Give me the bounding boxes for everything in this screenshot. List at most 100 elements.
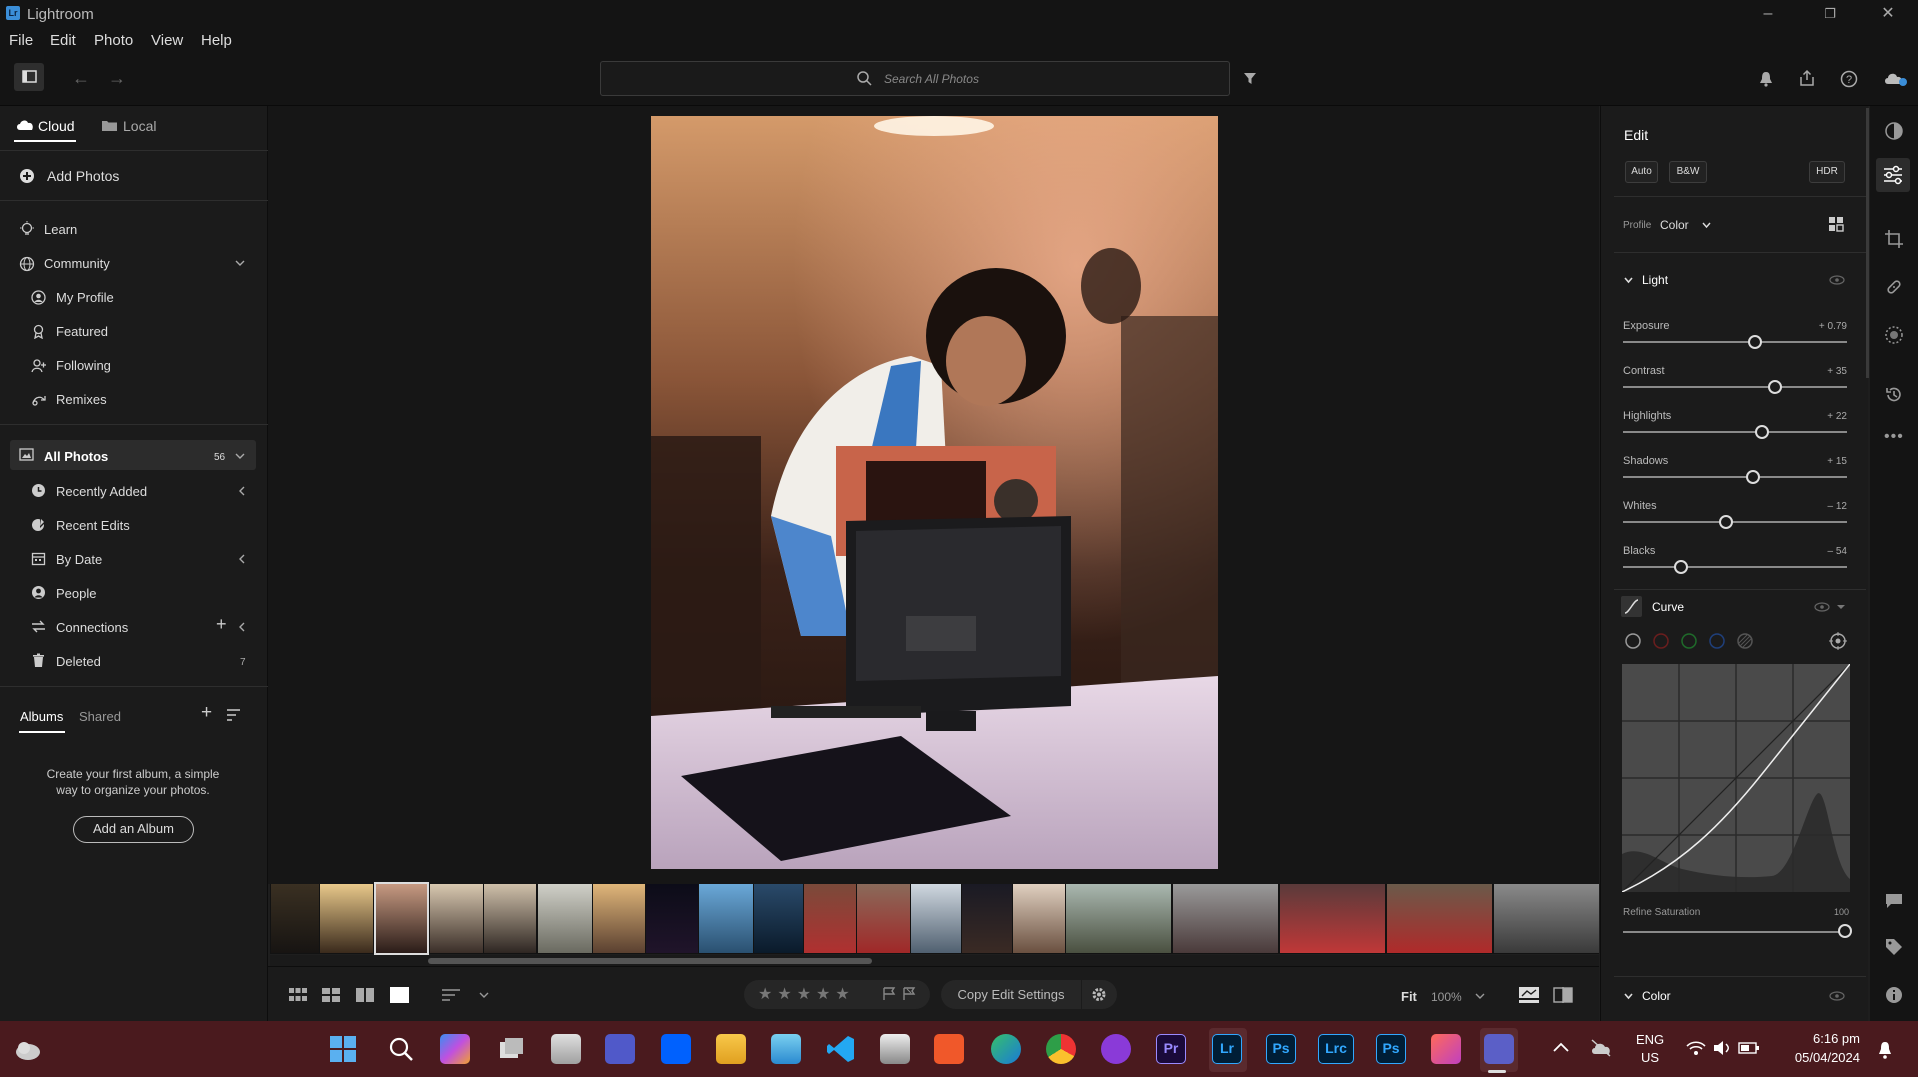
- curve-channel-selector[interactable]: [1624, 632, 1784, 650]
- eye-icon[interactable]: [1829, 991, 1845, 1001]
- teams-icon[interactable]: [1484, 1034, 1514, 1064]
- library-item-recently-added[interactable]: Recently Added: [56, 484, 147, 499]
- comment-icon[interactable]: [1885, 893, 1903, 909]
- filmstrip-thumbnail[interactable]: [1494, 884, 1599, 953]
- filmstrip-toggle-icon[interactable]: [1519, 987, 1539, 1003]
- healing-icon[interactable]: [1884, 277, 1904, 297]
- edit-panel-scrollbar[interactable]: [1866, 108, 1869, 378]
- filter-icon[interactable]: [1243, 71, 1257, 85]
- tag-icon[interactable]: [1885, 938, 1903, 956]
- clock-date[interactable]: 05/04/2024: [1768, 1050, 1860, 1065]
- chevron-down-icon[interactable]: [234, 258, 246, 268]
- add-connection-icon[interactable]: +: [216, 614, 227, 635]
- chevron-down-icon[interactable]: [1701, 221, 1712, 229]
- filmstrip-thumbnail[interactable]: [271, 884, 319, 953]
- chevron-down-icon[interactable]: [234, 451, 246, 461]
- hdr-button[interactable]: HDR: [1809, 161, 1845, 183]
- exposure-value[interactable]: + 0.79: [1797, 321, 1847, 332]
- curve-section-icon[interactable]: [1621, 596, 1642, 617]
- community-item-my-profile[interactable]: My Profile: [56, 290, 114, 305]
- refine-saturation-track[interactable]: [1623, 931, 1847, 933]
- filmstrip-thumbnail[interactable]: [646, 884, 698, 953]
- file-explorer-icon[interactable]: [716, 1034, 746, 1064]
- community-item-following[interactable]: Following: [56, 358, 111, 373]
- chevron-left-icon[interactable]: [238, 553, 246, 565]
- edge-icon[interactable]: [991, 1034, 1021, 1064]
- more-options-icon[interactable]: •••: [1884, 428, 1904, 446]
- wifi-icon[interactable]: [1686, 1040, 1706, 1056]
- add-album-button[interactable]: Add an Album: [73, 816, 194, 843]
- tone-curve-graph[interactable]: [1622, 664, 1850, 892]
- filmstrip-thumbnail[interactable]: [320, 884, 373, 953]
- grid-icon[interactable]: [322, 988, 340, 1002]
- whites-slider-track[interactable]: [1623, 521, 1847, 523]
- refine-saturation-knob[interactable]: [1838, 924, 1852, 938]
- vscode-icon[interactable]: [826, 1034, 856, 1064]
- chevron-left-icon[interactable]: [238, 485, 246, 497]
- search-icon[interactable]: [386, 1034, 416, 1064]
- highlights-slider-track[interactable]: [1623, 431, 1847, 433]
- printer-icon[interactable]: [880, 1034, 910, 1064]
- battery-icon[interactable]: [1738, 1042, 1760, 1054]
- tab-local[interactable]: Local: [123, 118, 156, 134]
- shadows-slider-knob[interactable]: [1745, 470, 1760, 484]
- menu-file[interactable]: File: [9, 32, 33, 49]
- compare-icon[interactable]: [356, 988, 374, 1002]
- filmstrip-thumbnail[interactable]: [430, 884, 483, 953]
- highlights-slider-knob[interactable]: [1754, 425, 1769, 439]
- filmstrip-thumbnail[interactable]: [1387, 884, 1492, 953]
- notification-bell-icon[interactable]: [1876, 1040, 1894, 1060]
- profile-browser-icon[interactable]: [1828, 216, 1844, 232]
- filmstrip-thumbnail-selected[interactable]: [374, 882, 429, 955]
- filmstrip-scrollbar[interactable]: [428, 958, 872, 964]
- photoshop-icon[interactable]: Ps: [1376, 1034, 1406, 1064]
- contrast-value[interactable]: + 35: [1797, 366, 1847, 377]
- add-photos-button[interactable]: Add Photos: [47, 168, 119, 184]
- cloud-off-icon[interactable]: [1590, 1038, 1612, 1058]
- tab-shared[interactable]: Shared: [79, 709, 121, 724]
- filmstrip-thumbnail[interactable]: [1280, 884, 1385, 953]
- sort-icon[interactable]: [226, 708, 242, 722]
- community-item[interactable]: Community: [44, 256, 110, 271]
- chrome-icon[interactable]: [1046, 1034, 1076, 1064]
- blacks-value[interactable]: – 54: [1797, 546, 1847, 557]
- filmstrip-thumbnail[interactable]: [699, 884, 753, 953]
- filmstrip-thumbnail[interactable]: [484, 884, 536, 953]
- square-grid-icon[interactable]: [289, 988, 307, 1002]
- presets-icon[interactable]: [1884, 121, 1904, 141]
- detail-view-icon[interactable]: [390, 987, 409, 1003]
- minimize-button[interactable]: –: [1746, 0, 1790, 28]
- menu-view[interactable]: View: [151, 32, 183, 49]
- menu-help[interactable]: Help: [201, 32, 232, 49]
- teams-icon[interactable]: [605, 1034, 635, 1064]
- zoom-level[interactable]: 100%: [1431, 990, 1462, 1004]
- filmstrip-thumbnail[interactable]: [754, 884, 803, 953]
- store-icon[interactable]: [551, 1034, 581, 1064]
- bw-button[interactable]: B&W: [1669, 161, 1707, 183]
- curve-section-header[interactable]: Curve: [1652, 600, 1684, 614]
- profile-dropdown[interactable]: Color: [1660, 218, 1689, 232]
- zoom-fit-button[interactable]: Fit: [1401, 989, 1417, 1004]
- filmstrip-thumbnail[interactable]: [857, 884, 910, 953]
- library-item-recent-edits[interactable]: Recent Edits: [56, 518, 130, 533]
- menu-edit[interactable]: Edit: [50, 32, 76, 49]
- blacks-slider-track[interactable]: [1623, 566, 1847, 568]
- eye-icon[interactable]: [1829, 275, 1845, 285]
- filmstrip-thumbnail[interactable]: [804, 884, 856, 953]
- close-button[interactable]: ✕: [1866, 0, 1910, 28]
- tab-cloud[interactable]: Cloud: [38, 118, 75, 134]
- chevron-down-icon[interactable]: [1623, 992, 1634, 1000]
- language-indicator[interactable]: ENG: [1636, 1032, 1664, 1047]
- crop-icon[interactable]: [1884, 229, 1904, 249]
- chevron-down-icon[interactable]: [478, 991, 490, 999]
- library-item-people[interactable]: People: [56, 586, 96, 601]
- color-section-header[interactable]: Color: [1642, 989, 1671, 1003]
- premiere-pro-icon[interactable]: Pr: [1156, 1034, 1186, 1064]
- highlights-value[interactable]: + 22: [1797, 411, 1847, 422]
- share-icon[interactable]: [1798, 69, 1816, 87]
- lightroom-icon[interactable]: Lr: [1212, 1034, 1242, 1064]
- chevron-down-icon[interactable]: [1623, 276, 1634, 284]
- library-item-by-date[interactable]: By Date: [56, 552, 102, 567]
- exposure-slider-track[interactable]: [1623, 341, 1847, 343]
- cloud-sync-icon[interactable]: [1882, 69, 1908, 87]
